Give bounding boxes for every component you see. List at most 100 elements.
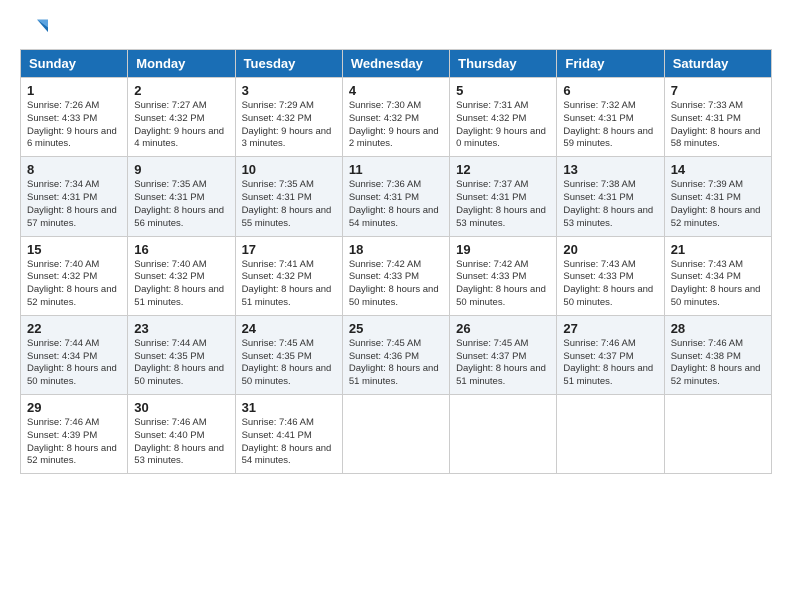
calendar-cell: 31 Sunrise: 7:46 AM Sunset: 4:41 PM Dayli… bbox=[235, 395, 342, 474]
day-info: Sunrise: 7:42 AM Sunset: 4:33 PM Dayligh… bbox=[456, 259, 550, 310]
calendar-cell: 19 Sunrise: 7:42 AM Sunset: 4:33 PM Dayli… bbox=[450, 236, 557, 315]
header bbox=[20, 15, 772, 43]
calendar-header-row: SundayMondayTuesdayWednesdayThursdayFrid… bbox=[21, 50, 772, 78]
day-info: Sunrise: 7:31 AM Sunset: 4:32 PM Dayligh… bbox=[456, 100, 550, 151]
day-number: 7 bbox=[671, 83, 765, 98]
day-number: 2 bbox=[134, 83, 228, 98]
calendar-cell: 2 Sunrise: 7:27 AM Sunset: 4:32 PM Daylig… bbox=[128, 78, 235, 157]
calendar-cell: 20 Sunrise: 7:43 AM Sunset: 4:33 PM Dayli… bbox=[557, 236, 664, 315]
day-number: 30 bbox=[134, 400, 228, 415]
day-info: Sunrise: 7:46 AM Sunset: 4:39 PM Dayligh… bbox=[27, 417, 121, 468]
day-number: 31 bbox=[242, 400, 336, 415]
calendar-cell: 15 Sunrise: 7:40 AM Sunset: 4:32 PM Dayli… bbox=[21, 236, 128, 315]
day-number: 21 bbox=[671, 242, 765, 257]
calendar-cell: 13 Sunrise: 7:38 AM Sunset: 4:31 PM Dayli… bbox=[557, 157, 664, 236]
day-info: Sunrise: 7:38 AM Sunset: 4:31 PM Dayligh… bbox=[563, 179, 657, 230]
day-info: Sunrise: 7:46 AM Sunset: 4:41 PM Dayligh… bbox=[242, 417, 336, 468]
calendar-cell: 3 Sunrise: 7:29 AM Sunset: 4:32 PM Daylig… bbox=[235, 78, 342, 157]
day-number: 1 bbox=[27, 83, 121, 98]
day-info: Sunrise: 7:35 AM Sunset: 4:31 PM Dayligh… bbox=[242, 179, 336, 230]
calendar-week-row: 1 Sunrise: 7:26 AM Sunset: 4:33 PM Daylig… bbox=[21, 78, 772, 157]
calendar-cell: 28Sunrise: 7:46 AM Sunset: 4:38 PM Dayli… bbox=[664, 315, 771, 394]
day-info: Sunrise: 7:45 AM Sunset: 4:35 PM Dayligh… bbox=[242, 338, 336, 389]
day-number: 8 bbox=[27, 162, 121, 177]
day-number: 14 bbox=[671, 162, 765, 177]
calendar-cell: 6 Sunrise: 7:32 AM Sunset: 4:31 PM Daylig… bbox=[557, 78, 664, 157]
calendar-table: SundayMondayTuesdayWednesdayThursdayFrid… bbox=[20, 49, 772, 474]
day-info: Sunrise: 7:36 AM Sunset: 4:31 PM Dayligh… bbox=[349, 179, 443, 230]
calendar-week-row: 22 Sunrise: 7:44 AM Sunset: 4:34 PM Dayli… bbox=[21, 315, 772, 394]
weekday-header: Thursday bbox=[450, 50, 557, 78]
calendar-cell: 24 Sunrise: 7:45 AM Sunset: 4:35 PM Dayli… bbox=[235, 315, 342, 394]
calendar-cell: 12 Sunrise: 7:37 AM Sunset: 4:31 PM Dayli… bbox=[450, 157, 557, 236]
day-info: Sunrise: 7:26 AM Sunset: 4:33 PM Dayligh… bbox=[27, 100, 121, 151]
day-number: 6 bbox=[563, 83, 657, 98]
day-number: 9 bbox=[134, 162, 228, 177]
calendar-cell: 27Sunrise: 7:46 AM Sunset: 4:37 PM Dayli… bbox=[557, 315, 664, 394]
day-info: Sunrise: 7:37 AM Sunset: 4:31 PM Dayligh… bbox=[456, 179, 550, 230]
day-info: Sunrise: 7:35 AM Sunset: 4:31 PM Dayligh… bbox=[134, 179, 228, 230]
day-info: Sunrise: 7:46 AM Sunset: 4:40 PM Dayligh… bbox=[134, 417, 228, 468]
day-number: 17 bbox=[242, 242, 336, 257]
day-number: 11 bbox=[349, 162, 443, 177]
calendar-cell: 7 Sunrise: 7:33 AM Sunset: 4:31 PM Daylig… bbox=[664, 78, 771, 157]
day-number: 16 bbox=[134, 242, 228, 257]
weekday-header: Monday bbox=[128, 50, 235, 78]
day-number: 10 bbox=[242, 162, 336, 177]
calendar-cell bbox=[450, 395, 557, 474]
calendar-cell: 26Sunrise: 7:45 AM Sunset: 4:37 PM Dayli… bbox=[450, 315, 557, 394]
calendar-cell: 1 Sunrise: 7:26 AM Sunset: 4:33 PM Daylig… bbox=[21, 78, 128, 157]
calendar-cell: 17 Sunrise: 7:41 AM Sunset: 4:32 PM Dayli… bbox=[235, 236, 342, 315]
day-info: Sunrise: 7:43 AM Sunset: 4:33 PM Dayligh… bbox=[563, 259, 657, 310]
day-number: 13 bbox=[563, 162, 657, 177]
day-info: Sunrise: 7:43 AM Sunset: 4:34 PM Dayligh… bbox=[671, 259, 765, 310]
calendar-cell: 22 Sunrise: 7:44 AM Sunset: 4:34 PM Dayli… bbox=[21, 315, 128, 394]
day-info: Sunrise: 7:41 AM Sunset: 4:32 PM Dayligh… bbox=[242, 259, 336, 310]
logo bbox=[20, 15, 52, 43]
page: SundayMondayTuesdayWednesdayThursdayFrid… bbox=[0, 0, 792, 612]
calendar-cell: 4Sunrise: 7:30 AM Sunset: 4:32 PM Daylig… bbox=[342, 78, 449, 157]
day-number: 22 bbox=[27, 321, 121, 336]
weekday-header: Saturday bbox=[664, 50, 771, 78]
calendar-cell bbox=[664, 395, 771, 474]
calendar-cell: 21 Sunrise: 7:43 AM Sunset: 4:34 PM Dayli… bbox=[664, 236, 771, 315]
day-number: 3 bbox=[242, 83, 336, 98]
calendar-cell bbox=[342, 395, 449, 474]
calendar-week-row: 29 Sunrise: 7:46 AM Sunset: 4:39 PM Dayli… bbox=[21, 395, 772, 474]
calendar-cell: 5 Sunrise: 7:31 AM Sunset: 4:32 PM Daylig… bbox=[450, 78, 557, 157]
calendar-cell: 25Sunrise: 7:45 AM Sunset: 4:36 PM Dayli… bbox=[342, 315, 449, 394]
day-number: 19 bbox=[456, 242, 550, 257]
day-info: Sunrise: 7:27 AM Sunset: 4:32 PM Dayligh… bbox=[134, 100, 228, 151]
calendar-week-row: 15 Sunrise: 7:40 AM Sunset: 4:32 PM Dayli… bbox=[21, 236, 772, 315]
day-info: Sunrise: 7:33 AM Sunset: 4:31 PM Dayligh… bbox=[671, 100, 765, 151]
calendar-cell bbox=[557, 395, 664, 474]
day-number: 29 bbox=[27, 400, 121, 415]
day-info: Sunrise: 7:29 AM Sunset: 4:32 PM Dayligh… bbox=[242, 100, 336, 151]
calendar-cell: 16Sunrise: 7:40 AM Sunset: 4:32 PM Dayli… bbox=[128, 236, 235, 315]
day-info: Sunrise: 7:39 AM Sunset: 4:31 PM Dayligh… bbox=[671, 179, 765, 230]
day-number: 24 bbox=[242, 321, 336, 336]
weekday-header: Friday bbox=[557, 50, 664, 78]
calendar-cell: 30 Sunrise: 7:46 AM Sunset: 4:40 PM Dayli… bbox=[128, 395, 235, 474]
day-number: 4 bbox=[349, 83, 443, 98]
day-number: 5 bbox=[456, 83, 550, 98]
day-info: Sunrise: 7:44 AM Sunset: 4:35 PM Dayligh… bbox=[134, 338, 228, 389]
calendar-cell: 14 Sunrise: 7:39 AM Sunset: 4:31 PM Dayli… bbox=[664, 157, 771, 236]
day-number: 20 bbox=[563, 242, 657, 257]
day-number: 23 bbox=[134, 321, 228, 336]
calendar-cell: 23 Sunrise: 7:44 AM Sunset: 4:35 PM Dayli… bbox=[128, 315, 235, 394]
day-number: 12 bbox=[456, 162, 550, 177]
calendar-cell: 18Sunrise: 7:42 AM Sunset: 4:33 PM Dayli… bbox=[342, 236, 449, 315]
calendar-cell: 29 Sunrise: 7:46 AM Sunset: 4:39 PM Dayli… bbox=[21, 395, 128, 474]
day-number: 15 bbox=[27, 242, 121, 257]
calendar-cell: 10 Sunrise: 7:35 AM Sunset: 4:31 PM Dayli… bbox=[235, 157, 342, 236]
day-info: Sunrise: 7:32 AM Sunset: 4:31 PM Dayligh… bbox=[563, 100, 657, 151]
weekday-header: Tuesday bbox=[235, 50, 342, 78]
calendar-cell: 8Sunrise: 7:34 AM Sunset: 4:31 PM Daylig… bbox=[21, 157, 128, 236]
day-info: Sunrise: 7:45 AM Sunset: 4:37 PM Dayligh… bbox=[456, 338, 550, 389]
day-info: Sunrise: 7:40 AM Sunset: 4:32 PM Dayligh… bbox=[27, 259, 121, 310]
day-info: Sunrise: 7:42 AM Sunset: 4:33 PM Dayligh… bbox=[349, 259, 443, 310]
calendar-week-row: 8Sunrise: 7:34 AM Sunset: 4:31 PM Daylig… bbox=[21, 157, 772, 236]
day-info: Sunrise: 7:44 AM Sunset: 4:34 PM Dayligh… bbox=[27, 338, 121, 389]
logo-icon bbox=[20, 15, 48, 43]
